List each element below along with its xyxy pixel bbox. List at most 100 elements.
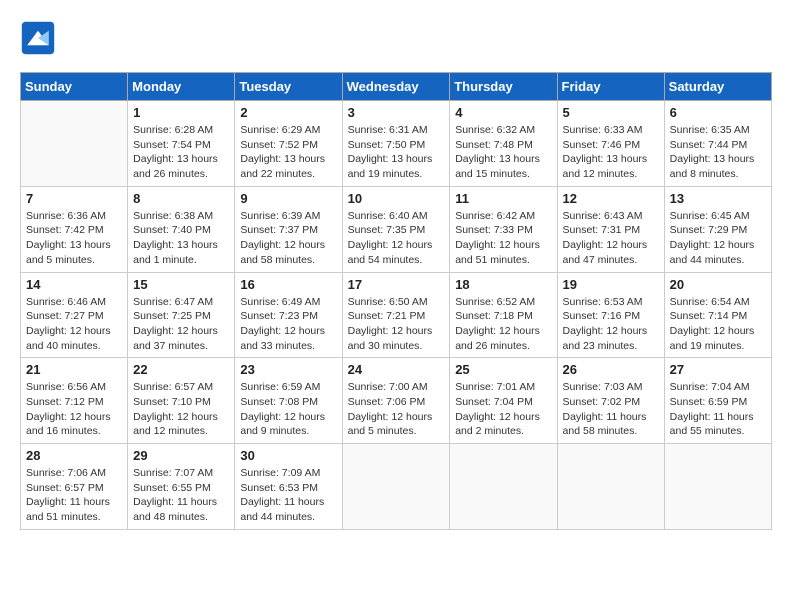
calendar-cell: 14 Sunrise: 6:46 AM Sunset: 7:27 PM Dayli… xyxy=(21,272,128,358)
day-detail: Sunrise: 6:36 AM Sunset: 7:42 PM Dayligh… xyxy=(26,209,122,268)
calendar-cell: 8 Sunrise: 6:38 AM Sunset: 7:40 PM Daylig… xyxy=(128,186,235,272)
calendar-cell: 11 Sunrise: 6:42 AM Sunset: 7:33 PM Dayli… xyxy=(450,186,557,272)
calendar-header-monday: Monday xyxy=(128,73,235,101)
day-number: 26 xyxy=(563,362,659,377)
logo xyxy=(20,20,60,56)
day-detail: Sunrise: 6:35 AM Sunset: 7:44 PM Dayligh… xyxy=(670,123,766,182)
day-number: 1 xyxy=(133,105,229,120)
day-number: 15 xyxy=(133,277,229,292)
calendar-week-row: 21Sunrise: 6:56 AM Sunset: 7:12 PM Dayli… xyxy=(21,358,772,444)
calendar-week-row: 28 Sunrise: 7:06 AM Sunset: 6:57 PM Dayli… xyxy=(21,444,772,530)
day-detail: Sunrise: 7:07 AM Sunset: 6:55 PM Dayligh… xyxy=(133,466,229,525)
calendar-cell: 24Sunrise: 7:00 AM Sunset: 7:06 PM Dayli… xyxy=(342,358,450,444)
calendar-cell: 22 Sunrise: 6:57 AM Sunset: 7:10 PM Dayli… xyxy=(128,358,235,444)
day-detail: Sunrise: 6:40 AM Sunset: 7:35 PM Dayligh… xyxy=(348,209,445,268)
day-detail: Sunrise: 7:03 AM Sunset: 7:02 PM Dayligh… xyxy=(563,380,659,439)
calendar-cell xyxy=(342,444,450,530)
day-number: 9 xyxy=(240,191,336,206)
day-number: 25 xyxy=(455,362,551,377)
day-detail: Sunrise: 6:32 AM Sunset: 7:48 PM Dayligh… xyxy=(455,123,551,182)
calendar-week-row: 1 Sunrise: 6:28 AM Sunset: 7:54 PM Daylig… xyxy=(21,101,772,187)
day-detail: Sunrise: 6:54 AM Sunset: 7:14 PM Dayligh… xyxy=(670,295,766,354)
day-number: 29 xyxy=(133,448,229,463)
day-detail: Sunrise: 6:57 AM Sunset: 7:10 PM Dayligh… xyxy=(133,380,229,439)
calendar-cell: 7 Sunrise: 6:36 AM Sunset: 7:42 PM Daylig… xyxy=(21,186,128,272)
day-detail: Sunrise: 6:29 AM Sunset: 7:52 PM Dayligh… xyxy=(240,123,336,182)
day-number: 19 xyxy=(563,277,659,292)
calendar-header-tuesday: Tuesday xyxy=(235,73,342,101)
calendar-cell xyxy=(557,444,664,530)
calendar-header-row: SundayMondayTuesdayWednesdayThursdayFrid… xyxy=(21,73,772,101)
day-detail: Sunrise: 6:38 AM Sunset: 7:40 PM Dayligh… xyxy=(133,209,229,268)
calendar-cell: 25 Sunrise: 7:01 AM Sunset: 7:04 PM Dayli… xyxy=(450,358,557,444)
logo-icon xyxy=(20,20,56,56)
day-number: 22 xyxy=(133,362,229,377)
day-detail: Sunrise: 6:59 AM Sunset: 7:08 PM Dayligh… xyxy=(240,380,336,439)
calendar-cell: 26 Sunrise: 7:03 AM Sunset: 7:02 PM Dayli… xyxy=(557,358,664,444)
day-number: 4 xyxy=(455,105,551,120)
day-number: 8 xyxy=(133,191,229,206)
day-number: 28 xyxy=(26,448,122,463)
calendar-table: SundayMondayTuesdayWednesdayThursdayFrid… xyxy=(20,72,772,530)
calendar-cell: 15Sunrise: 6:47 AM Sunset: 7:25 PM Dayli… xyxy=(128,272,235,358)
calendar-cell: 4 Sunrise: 6:32 AM Sunset: 7:48 PM Daylig… xyxy=(450,101,557,187)
day-number: 23 xyxy=(240,362,336,377)
calendar-cell: 23 Sunrise: 6:59 AM Sunset: 7:08 PM Dayli… xyxy=(235,358,342,444)
day-number: 14 xyxy=(26,277,122,292)
calendar-cell: 3 Sunrise: 6:31 AM Sunset: 7:50 PM Daylig… xyxy=(342,101,450,187)
calendar-cell: 17 Sunrise: 6:50 AM Sunset: 7:21 PM Dayli… xyxy=(342,272,450,358)
day-number: 21 xyxy=(26,362,122,377)
day-number: 11 xyxy=(455,191,551,206)
day-detail: Sunrise: 6:31 AM Sunset: 7:50 PM Dayligh… xyxy=(348,123,445,182)
calendar-cell xyxy=(664,444,771,530)
calendar-week-row: 7 Sunrise: 6:36 AM Sunset: 7:42 PM Daylig… xyxy=(21,186,772,272)
calendar-cell xyxy=(450,444,557,530)
day-detail: Sunrise: 6:33 AM Sunset: 7:46 PM Dayligh… xyxy=(563,123,659,182)
day-detail: Sunrise: 6:50 AM Sunset: 7:21 PM Dayligh… xyxy=(348,295,445,354)
calendar-cell: 16Sunrise: 6:49 AM Sunset: 7:23 PM Dayli… xyxy=(235,272,342,358)
day-detail: Sunrise: 7:01 AM Sunset: 7:04 PM Dayligh… xyxy=(455,380,551,439)
calendar-cell: 18 Sunrise: 6:52 AM Sunset: 7:18 PM Dayli… xyxy=(450,272,557,358)
calendar-cell: 9 Sunrise: 6:39 AM Sunset: 7:37 PM Daylig… xyxy=(235,186,342,272)
calendar-cell xyxy=(21,101,128,187)
calendar-cell: 2 Sunrise: 6:29 AM Sunset: 7:52 PM Daylig… xyxy=(235,101,342,187)
day-number: 7 xyxy=(26,191,122,206)
day-number: 30 xyxy=(240,448,336,463)
day-number: 3 xyxy=(348,105,445,120)
day-number: 18 xyxy=(455,277,551,292)
day-number: 2 xyxy=(240,105,336,120)
calendar-cell: 5 Sunrise: 6:33 AM Sunset: 7:46 PM Daylig… xyxy=(557,101,664,187)
calendar-cell: 13Sunrise: 6:45 AM Sunset: 7:29 PM Dayli… xyxy=(664,186,771,272)
calendar-cell: 12Sunrise: 6:43 AM Sunset: 7:31 PM Dayli… xyxy=(557,186,664,272)
day-detail: Sunrise: 6:39 AM Sunset: 7:37 PM Dayligh… xyxy=(240,209,336,268)
calendar-header-saturday: Saturday xyxy=(664,73,771,101)
calendar-cell: 6Sunrise: 6:35 AM Sunset: 7:44 PM Daylig… xyxy=(664,101,771,187)
day-detail: Sunrise: 6:28 AM Sunset: 7:54 PM Dayligh… xyxy=(133,123,229,182)
day-detail: Sunrise: 7:04 AM Sunset: 6:59 PM Dayligh… xyxy=(670,380,766,439)
calendar-cell: 19 Sunrise: 6:53 AM Sunset: 7:16 PM Dayli… xyxy=(557,272,664,358)
day-number: 13 xyxy=(670,191,766,206)
calendar-cell: 27 Sunrise: 7:04 AM Sunset: 6:59 PM Dayli… xyxy=(664,358,771,444)
calendar-header-friday: Friday xyxy=(557,73,664,101)
page-header xyxy=(20,20,772,56)
day-detail: Sunrise: 7:06 AM Sunset: 6:57 PM Dayligh… xyxy=(26,466,122,525)
calendar-cell: 21Sunrise: 6:56 AM Sunset: 7:12 PM Dayli… xyxy=(21,358,128,444)
day-number: 27 xyxy=(670,362,766,377)
day-number: 5 xyxy=(563,105,659,120)
calendar-week-row: 14 Sunrise: 6:46 AM Sunset: 7:27 PM Dayli… xyxy=(21,272,772,358)
calendar-cell: 29 Sunrise: 7:07 AM Sunset: 6:55 PM Dayli… xyxy=(128,444,235,530)
day-detail: Sunrise: 6:52 AM Sunset: 7:18 PM Dayligh… xyxy=(455,295,551,354)
day-number: 10 xyxy=(348,191,445,206)
day-detail: Sunrise: 6:46 AM Sunset: 7:27 PM Dayligh… xyxy=(26,295,122,354)
day-detail: Sunrise: 6:53 AM Sunset: 7:16 PM Dayligh… xyxy=(563,295,659,354)
day-number: 24 xyxy=(348,362,445,377)
day-number: 16 xyxy=(240,277,336,292)
calendar-cell: 20Sunrise: 6:54 AM Sunset: 7:14 PM Dayli… xyxy=(664,272,771,358)
day-detail: Sunrise: 6:42 AM Sunset: 7:33 PM Dayligh… xyxy=(455,209,551,268)
calendar-cell: 10 Sunrise: 6:40 AM Sunset: 7:35 PM Dayli… xyxy=(342,186,450,272)
calendar-header-wednesday: Wednesday xyxy=(342,73,450,101)
calendar-cell: 30Sunrise: 7:09 AM Sunset: 6:53 PM Dayli… xyxy=(235,444,342,530)
calendar-header-sunday: Sunday xyxy=(21,73,128,101)
calendar-header-thursday: Thursday xyxy=(450,73,557,101)
day-number: 17 xyxy=(348,277,445,292)
